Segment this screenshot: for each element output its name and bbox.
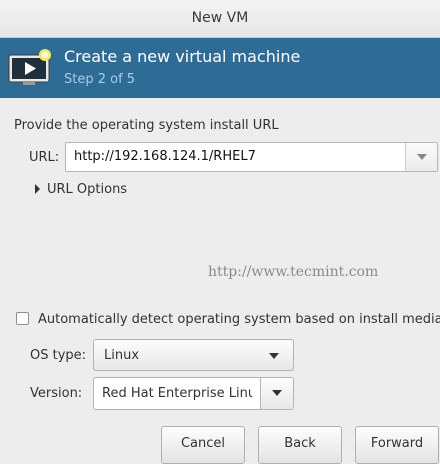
banner-title: Create a new virtual machine: [64, 47, 301, 66]
auto-detect-checkbox[interactable]: [16, 312, 29, 325]
url-prompt: Provide the operating system install URL: [14, 118, 279, 133]
back-button[interactable]: Back: [258, 426, 342, 464]
version-label: Version:: [30, 386, 83, 401]
watermark-text: http://www.tecmint.com: [208, 264, 379, 280]
version-dropdown-button[interactable]: [260, 378, 293, 409]
url-options-label: URL Options: [47, 182, 128, 197]
chevron-down-icon: [269, 353, 279, 359]
window-title: New VM: [191, 10, 249, 26]
cancel-button[interactable]: Cancel: [161, 426, 245, 464]
os-type-label: OS type:: [30, 348, 87, 363]
forward-button[interactable]: Forward: [355, 426, 439, 464]
os-type-dropdown[interactable]: Linux: [93, 339, 294, 371]
virtual-machine-icon: [8, 49, 51, 85]
step-indicator: Step 2 of 5: [64, 72, 136, 87]
url-value[interactable]: http://192.168.124.1/RHEL7: [74, 149, 256, 164]
url-label: URL:: [29, 150, 60, 165]
url-combo-input[interactable]: http://192.168.124.1/RHEL7: [65, 142, 438, 172]
auto-detect-label[interactable]: Automatically detect operating system ba…: [38, 312, 440, 327]
os-type-value: Linux: [104, 348, 140, 363]
chevron-down-icon: [272, 390, 282, 396]
version-value[interactable]: Red Hat Enterprise Linux 7: [102, 386, 252, 401]
expander-arrow-icon: [35, 184, 40, 194]
chevron-down-icon: [417, 154, 427, 160]
window-titlebar: New VM: [0, 0, 440, 38]
url-history-dropdown-button[interactable]: [405, 143, 437, 171]
version-combo-input[interactable]: Red Hat Enterprise Linux 7: [93, 377, 294, 410]
wizard-banner: Create a new virtual machine Step 2 of 5: [0, 38, 440, 98]
